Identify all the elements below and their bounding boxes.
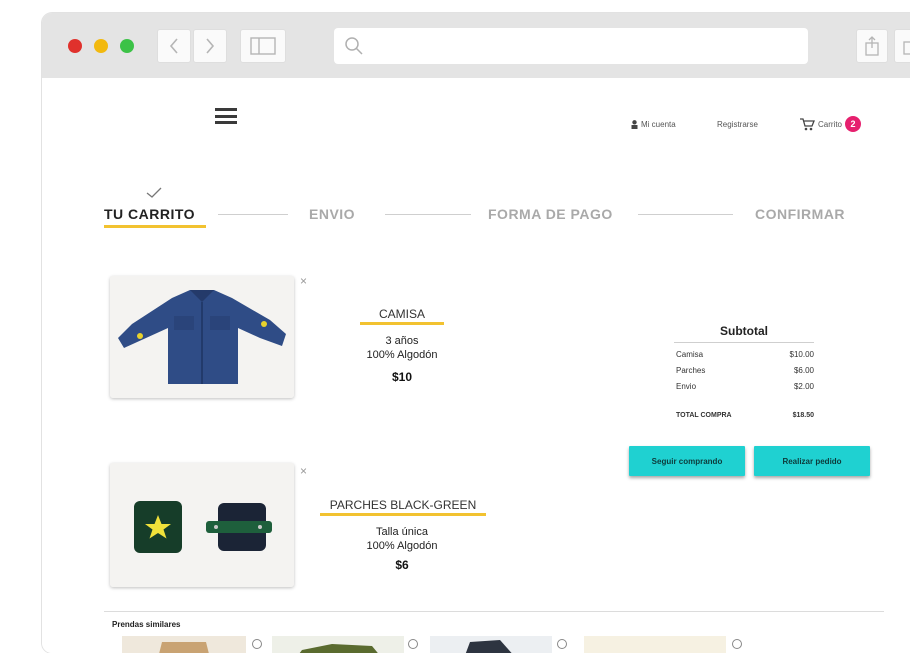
share-button[interactable] — [856, 29, 888, 63]
product-size: 3 años — [385, 335, 419, 347]
similar-products-title: Prendas similares — [112, 620, 181, 629]
product-price: $6 — [395, 558, 409, 572]
product-image-parches[interactable] — [110, 463, 294, 587]
subtotal-row-value: $10.00 — [789, 350, 814, 359]
tabs-icon — [903, 41, 910, 55]
minimize-window-button[interactable] — [94, 39, 108, 53]
forward-button[interactable] — [193, 29, 227, 63]
favorite-toggle[interactable] — [252, 639, 262, 649]
product-price: $10 — [391, 370, 413, 384]
cart-label: Carrito — [818, 119, 843, 129]
subtotal-row-label: Camisa — [676, 350, 704, 359]
product-material: 100% Algodón — [366, 349, 438, 361]
checkmark-icon — [146, 187, 162, 198]
cart-icon — [800, 118, 815, 131]
account-label: Mi cuenta — [641, 120, 676, 129]
favorite-toggle[interactable] — [732, 639, 742, 649]
similar-divider — [104, 611, 884, 612]
remove-item-button[interactable]: × — [300, 274, 307, 288]
address-bar[interactable] — [334, 28, 808, 64]
product-material: 100% Algodón — [366, 540, 438, 552]
step-active-underline — [104, 225, 206, 228]
sidebar-toggle-button[interactable] — [240, 29, 286, 63]
cart-count-badge: 2 — [845, 116, 862, 132]
step-connector — [385, 214, 471, 215]
step-connector — [638, 214, 733, 215]
tabs-button[interactable] — [894, 29, 910, 63]
subtotal-row-value: $6.00 — [793, 366, 814, 375]
favorite-toggle[interactable] — [408, 639, 418, 649]
register-link[interactable]: Registrarse — [717, 120, 758, 129]
page-content: Mi cuenta Registrarse Carrito 2 TU CARRI… — [42, 78, 910, 653]
back-button[interactable] — [157, 29, 191, 63]
total-label: TOTAL COMPRA — [676, 412, 732, 419]
search-icon — [345, 37, 363, 55]
remove-item-button[interactable]: × — [300, 464, 307, 478]
product-name-underline — [320, 513, 486, 516]
total-value: $18.50 — [792, 412, 814, 419]
step-confirmar[interactable]: CONFIRMAR — [755, 206, 845, 222]
chevron-right-icon — [206, 38, 215, 54]
sidebar-icon — [250, 37, 276, 55]
favorite-toggle[interactable] — [557, 639, 567, 649]
share-icon — [865, 36, 879, 56]
account-link[interactable]: Mi cuenta — [631, 120, 676, 129]
user-icon — [631, 120, 638, 129]
subtotal-row-label: Envio — [676, 382, 697, 391]
product-name-parches[interactable]: PARCHES BLACK-GREEN — [320, 498, 486, 512]
chevron-left-icon — [169, 38, 178, 54]
subtotal-divider — [674, 342, 814, 343]
browser-titlebar — [42, 13, 910, 78]
step-connector — [218, 214, 288, 215]
step-tu-carrito[interactable]: TU CARRITO — [104, 206, 195, 222]
menu-button[interactable] — [215, 108, 237, 124]
cart-link[interactable]: Carrito 2 — [799, 116, 862, 132]
patches-image — [110, 463, 294, 587]
product-name-underline — [360, 322, 444, 325]
continue-shopping-button[interactable]: Seguir comprando — [629, 446, 745, 476]
browser-window: Mi cuenta Registrarse Carrito 2 TU CARRI… — [42, 13, 910, 653]
shirt-image — [110, 276, 294, 398]
product-name-camisa[interactable]: CAMISA — [360, 307, 444, 321]
close-window-button[interactable] — [68, 39, 82, 53]
step-forma-de-pago[interactable]: FORMA DE PAGO — [488, 206, 613, 222]
register-label: Registrarse — [717, 120, 758, 129]
subtotal-row-value: $2.00 — [793, 382, 814, 391]
subtotal-title: Subtotal — [720, 324, 768, 338]
product-image-camisa[interactable] — [110, 276, 294, 398]
step-envio[interactable]: ENVIO — [309, 206, 355, 222]
place-order-button[interactable]: Realizar pedido — [754, 446, 870, 476]
subtotal-row-label: Parches — [676, 366, 706, 375]
product-size: Talla única — [376, 526, 428, 538]
maximize-window-button[interactable] — [120, 39, 134, 53]
